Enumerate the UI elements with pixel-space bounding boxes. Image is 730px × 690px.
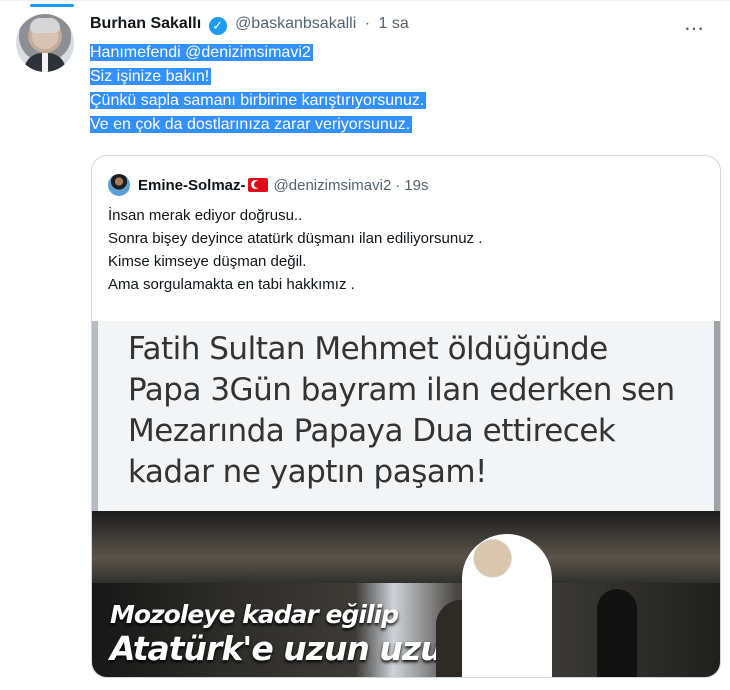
photo-caption: Mozoleye kadar eğilip Atatürk'e uzun uzu… [110, 599, 580, 668]
quoted-line: Ama sorgulamakta en tabi hakkımız . [108, 276, 355, 293]
tweet-line: Çünkü sapla samanı birbirine karıştırıyo… [90, 92, 427, 109]
quoted-tweet-card[interactable]: Emine-Solmaz- @denizimsimavi2 · 19s İnsa… [91, 155, 721, 678]
quoted-tweet-header: Emine-Solmaz- @denizimsimavi2 · 19s [108, 174, 704, 196]
image-caption-line: kadar ne yaptın paşam! [128, 454, 488, 490]
tweet-time[interactable]: 1 sa [379, 15, 409, 32]
quoted-author-handle[interactable]: @denizimsimavi2 [274, 177, 392, 194]
avatar-shirt [42, 53, 48, 72]
author-avatar[interactable] [16, 14, 74, 72]
image-caption-line: Fatih Sultan Mehmet öldüğünde [128, 331, 608, 367]
tweet-line: Hanımefendi @denizimsimavi2 [90, 44, 313, 61]
turkey-flag-icon [247, 178, 268, 192]
tweet-line: Ve en çok da dostlarınıza zarar veriyors… [90, 116, 413, 133]
quoted-tweet-text: İnsan merak ediyor doğrusu.. Sonra bişey… [108, 204, 698, 296]
tweet-line: Siz işinize bakın! [90, 68, 212, 85]
top-divider [0, 0, 730, 1]
verified-badge-icon: ✓ [208, 17, 227, 35]
separator: · [395, 176, 401, 194]
quoted-tweet-time[interactable]: 19s [404, 177, 428, 194]
quoted-media-image[interactable]: Fatih Sultan Mehmet öldüğünde Papa 3Gün … [92, 321, 720, 677]
photo-caption-line: Atatürk'e uzun uzun [110, 629, 466, 668]
photo-caption-line: Mozoleye kadar eğilip [110, 600, 399, 629]
active-tab-indicator [30, 4, 74, 7]
quoted-line: Kimse kimseye düşman değil. [108, 253, 307, 270]
avatar-hair [30, 18, 60, 33]
separator: · [364, 15, 371, 32]
author-name[interactable]: Burhan Sakallı [90, 15, 201, 32]
author-handle[interactable]: @baskanbsakalli [235, 15, 356, 32]
quoted-author-name[interactable]: Emine-Solmaz- [138, 177, 246, 194]
quoted-author-avatar[interactable] [108, 174, 130, 196]
tweet-text: Hanımefendi @denizimsimavi2 Siz işinize … [90, 41, 690, 137]
image-caption-line: Papa 3Gün bayram ilan ederken sen [128, 372, 675, 408]
quoted-line: Sonra bişey deyince atatürk düşmanı ilan… [108, 230, 483, 247]
image-caption-line: Mezarında Papaya Dua ettirecek [128, 413, 616, 449]
photo-scene: Mozoleye kadar eğilip Atatürk'e uzun uzu… [92, 511, 720, 677]
quoted-line: İnsan merak ediyor doğrusu.. [108, 207, 303, 224]
image-caption: Fatih Sultan Mehmet öldüğünde Papa 3Gün … [128, 329, 708, 493]
more-icon[interactable]: ⋯ [680, 15, 708, 43]
tweet-header: Burhan Sakallı ✓ @baskanbsakalli · 1 sa … [90, 15, 714, 39]
